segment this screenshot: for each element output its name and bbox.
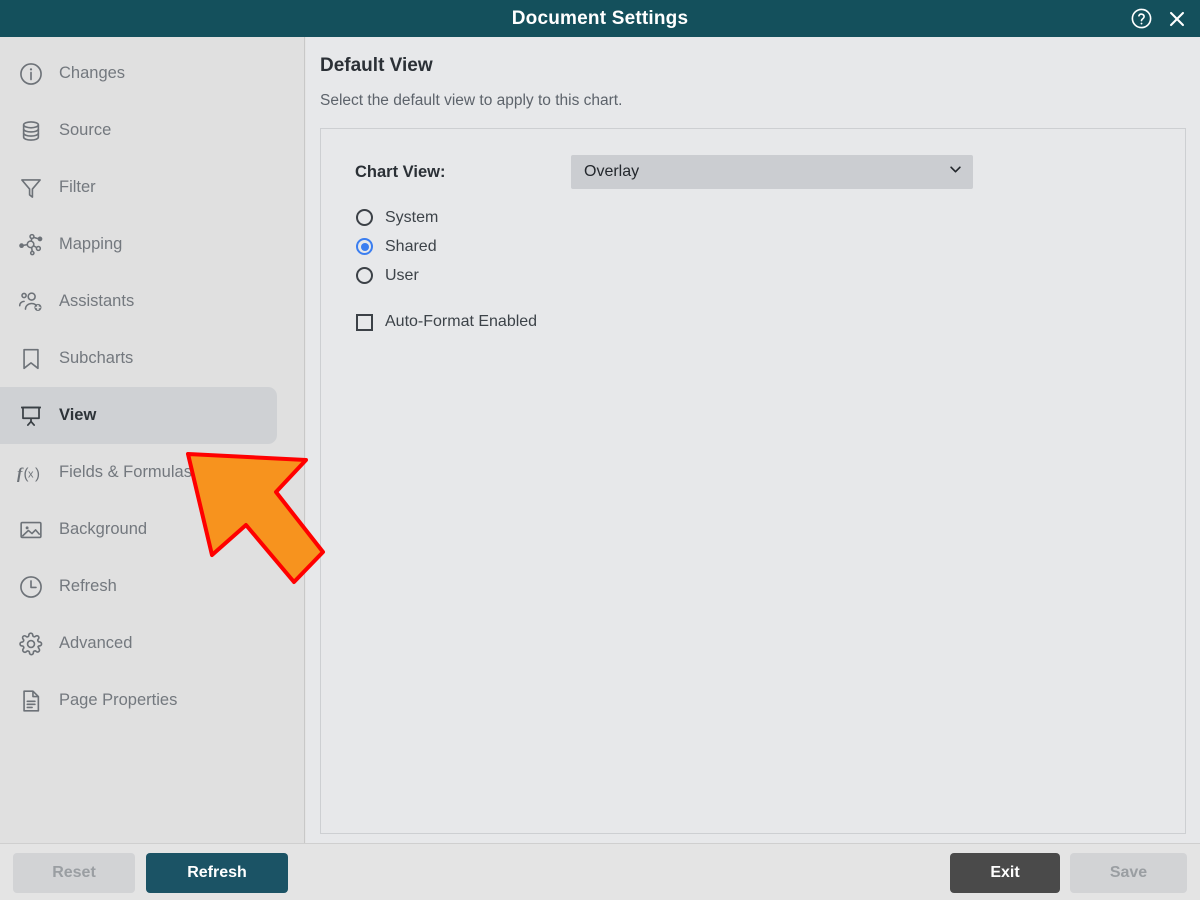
radio-option-shared[interactable]: Shared	[355, 232, 1185, 261]
database-icon	[14, 114, 48, 148]
refresh-button[interactable]: Refresh	[146, 853, 288, 893]
radio-label: System	[385, 208, 439, 226]
sidebar-item-page-properties[interactable]: Page Properties	[0, 672, 304, 729]
sidebar-item-label: Advanced	[59, 634, 133, 652]
sidebar-item-label: Refresh	[59, 577, 117, 595]
chart-view-label: Chart View:	[355, 162, 446, 181]
chart-view-selected-value: Overlay	[584, 163, 640, 180]
svg-text:): )	[35, 465, 40, 482]
radio-label: User	[385, 266, 419, 284]
sidebar-item-fields-formulas[interactable]: f ( x ) Fields & Formulas	[0, 444, 304, 501]
image-icon	[14, 513, 48, 547]
dialog-footer: Reset Refresh Exit Save	[0, 843, 1200, 900]
settings-sidebar: Changes Source Filter Mapping Assistants…	[0, 37, 305, 843]
sidebar-item-label: Subcharts	[59, 349, 134, 367]
sidebar-item-source[interactable]: Source	[0, 102, 304, 159]
sidebar-item-mapping[interactable]: Mapping	[0, 216, 304, 273]
radio-circle-icon	[356, 209, 373, 226]
function-icon: f ( x )	[14, 456, 48, 490]
sidebar-item-filter[interactable]: Filter	[0, 159, 304, 216]
sidebar-item-subcharts[interactable]: Subcharts	[0, 330, 304, 387]
view-scope-radio-group: System Shared User	[355, 203, 1185, 290]
checkbox-icon	[356, 313, 373, 331]
close-icon[interactable]	[1164, 6, 1190, 32]
sidebar-item-label: Filter	[59, 178, 96, 196]
document-icon	[14, 684, 48, 718]
radio-option-system[interactable]: System	[355, 203, 1185, 232]
gear-icon	[14, 627, 48, 661]
chart-view-select[interactable]: Overlay	[571, 155, 973, 189]
presentation-icon	[14, 399, 48, 433]
save-button[interactable]: Save	[1070, 853, 1187, 893]
sidebar-item-assistants[interactable]: Assistants	[0, 273, 304, 330]
page-title: Default View	[320, 55, 433, 76]
help-circle-icon[interactable]	[1128, 6, 1154, 32]
svg-text:x: x	[28, 468, 34, 480]
sidebar-nav-list: Changes Source Filter Mapping Assistants…	[0, 37, 304, 729]
funnel-icon	[14, 171, 48, 205]
auto-format-checkbox-row[interactable]: Auto-Format Enabled	[355, 313, 1185, 331]
reset-button[interactable]: Reset	[13, 853, 135, 893]
clock-icon	[14, 570, 48, 604]
users-add-icon	[14, 285, 48, 319]
radio-circle-icon	[356, 267, 373, 284]
settings-content-panel: Default View Select the default view to …	[306, 37, 1200, 843]
sidebar-item-label: Assistants	[59, 292, 135, 310]
chevron-down-icon	[948, 162, 963, 182]
sidebar-item-label: View	[59, 406, 97, 424]
work-area: Changes Source Filter Mapping Assistants…	[0, 37, 1200, 843]
default-view-card: Chart View: Overlay System Shared User A…	[320, 128, 1186, 834]
sidebar-item-label: Background	[59, 520, 148, 538]
radio-circle-icon	[356, 238, 373, 255]
sidebar-item-refresh[interactable]: Refresh	[0, 558, 304, 615]
exit-button[interactable]: Exit	[950, 853, 1060, 893]
chart-view-row: Chart View: Overlay	[355, 155, 1185, 189]
sidebar-item-label: Mapping	[59, 235, 123, 253]
node-graph-icon	[14, 228, 48, 262]
auto-format-label: Auto-Format Enabled	[385, 313, 538, 330]
window-title: Document Settings	[511, 7, 689, 29]
sidebar-item-advanced[interactable]: Advanced	[0, 615, 304, 672]
page-description: Select the default view to apply to this…	[320, 92, 623, 109]
sidebar-item-changes[interactable]: Changes	[0, 45, 304, 102]
radio-label: Shared	[385, 237, 437, 255]
titlebar-actions	[1128, 0, 1190, 37]
sidebar-item-label: Changes	[59, 64, 126, 82]
info-circle-icon	[14, 57, 48, 91]
bookmark-icon	[14, 342, 48, 376]
sidebar-item-view[interactable]: View	[0, 387, 277, 444]
sidebar-item-label: Fields & Formulas	[59, 463, 192, 481]
radio-option-user[interactable]: User	[355, 261, 1185, 290]
sidebar-item-label: Page Properties	[59, 691, 178, 709]
sidebar-item-label: Source	[59, 121, 112, 139]
sidebar-item-background[interactable]: Background	[0, 501, 304, 558]
window-titlebar: Document Settings	[0, 0, 1200, 37]
